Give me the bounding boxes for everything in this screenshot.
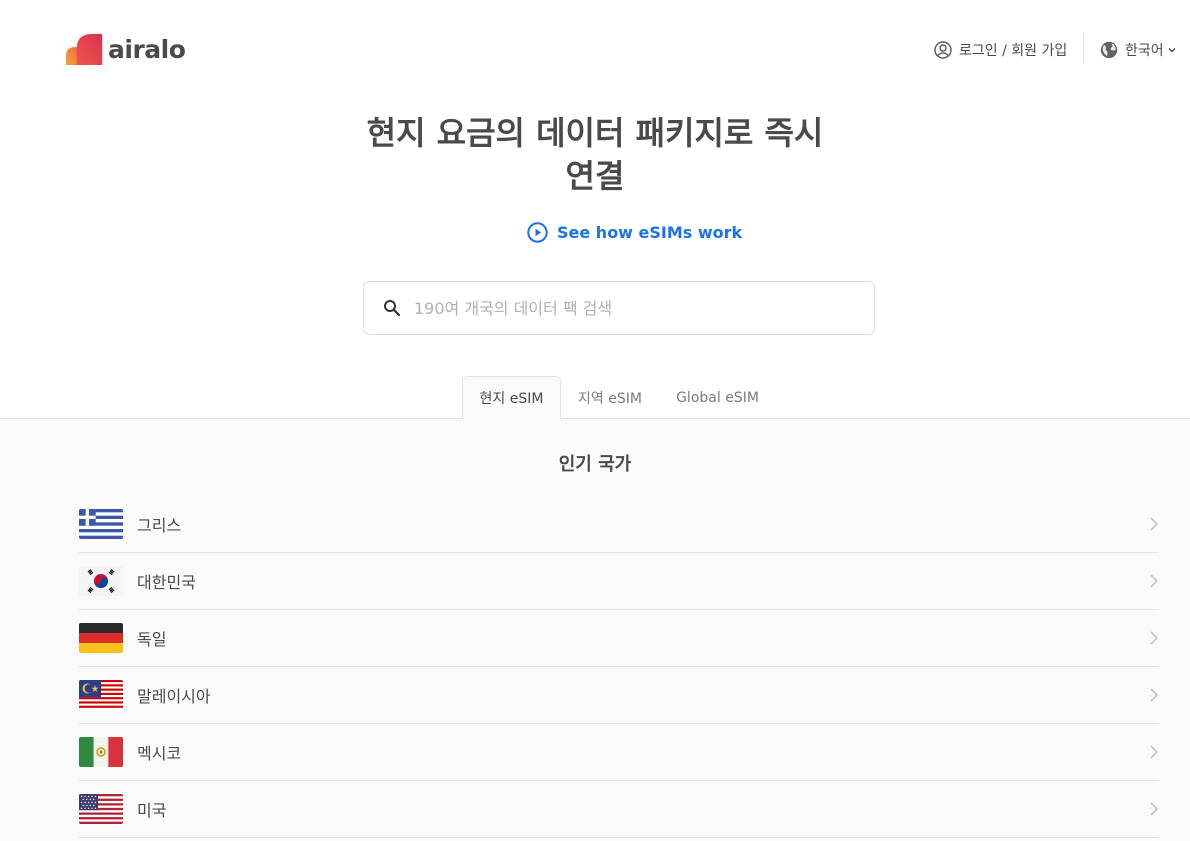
- country-list: 그리스 대한민국 독일 말레이시아 멕시코 미국: [79, 496, 1159, 838]
- logo[interactable]: airalo: [65, 32, 186, 66]
- play-circle-icon: [527, 222, 548, 243]
- chevron-right-icon: [1150, 574, 1159, 588]
- section-title: 인기 국가: [558, 454, 632, 475]
- country-name: 대한민국: [137, 573, 196, 592]
- airalo-logo-icon: [66, 34, 103, 65]
- chevron-down-icon: [1168, 47, 1176, 53]
- chevron-right-icon: [1150, 631, 1159, 645]
- germany-flag-icon: [79, 623, 123, 653]
- user-circle-icon: [934, 41, 952, 59]
- language-label: 한국어: [1125, 43, 1164, 59]
- search-icon: [384, 300, 401, 317]
- greece-flag-icon: [79, 509, 123, 539]
- country-name: 멕시코: [137, 744, 182, 763]
- page-title-line2: 연결: [565, 157, 625, 195]
- tab-global-esim[interactable]: Global eSIM: [664, 376, 771, 419]
- header-divider: [1083, 32, 1084, 64]
- country-row-usa[interactable]: 미국: [79, 781, 1159, 838]
- south-korea-flag-icon: [79, 566, 123, 596]
- chevron-right-icon: [1150, 745, 1159, 759]
- tab-regional-esim[interactable]: 지역 eSIM: [566, 376, 654, 419]
- country-row-germany[interactable]: 독일: [79, 610, 1159, 667]
- tab-local-esim-label: 현지 eSIM: [479, 390, 544, 407]
- see-how-esims-work-link[interactable]: See how eSIMs work: [527, 222, 742, 243]
- usa-flag-icon: [79, 794, 123, 824]
- popular-countries-section: 인기 국가 그리스 대한민국 독일 말레이시아 멕시코 미국: [0, 419, 1190, 841]
- chevron-right-icon: [1150, 517, 1159, 531]
- login-signup-label: 로그인 / 회원 가입: [959, 43, 1068, 59]
- tab-regional-esim-label: 지역 eSIM: [578, 390, 642, 407]
- tab-global-esim-label: Global eSIM: [676, 389, 759, 406]
- country-name: 독일: [137, 630, 167, 649]
- page-title: 현지 요금의 데이터 패키지로 즉시 연결: [345, 112, 845, 198]
- page-title-line1: 현지 요금의 데이터 패키지로 즉시: [366, 114, 824, 152]
- tab-local-esim[interactable]: 현지 eSIM: [462, 376, 561, 419]
- chevron-right-icon: [1150, 802, 1159, 816]
- header: airalo 로그인 / 회원 가입 한국어: [0, 0, 1190, 98]
- search-box: [363, 281, 875, 335]
- mexico-flag-icon: [79, 737, 123, 767]
- language-selector[interactable]: 한국어: [1100, 40, 1177, 60]
- logo-text: airalo: [108, 34, 186, 64]
- country-row-mexico[interactable]: 멕시코: [79, 724, 1159, 781]
- country-name: 말레이시아: [137, 687, 211, 706]
- country-row-greece[interactable]: 그리스: [79, 496, 1159, 553]
- login-signup-link[interactable]: 로그인 / 회원 가입: [934, 40, 1067, 60]
- chevron-right-icon: [1150, 688, 1159, 702]
- country-name: 미국: [137, 801, 167, 820]
- malaysia-flag-icon: [79, 680, 123, 710]
- see-how-label: See how eSIMs work: [557, 223, 743, 242]
- country-row-south-korea[interactable]: 대한민국: [79, 553, 1159, 610]
- country-row-malaysia[interactable]: 말레이시아: [79, 667, 1159, 724]
- country-name: 그리스: [137, 516, 182, 535]
- search-input[interactable]: [414, 298, 834, 318]
- globe-icon: [1100, 41, 1118, 59]
